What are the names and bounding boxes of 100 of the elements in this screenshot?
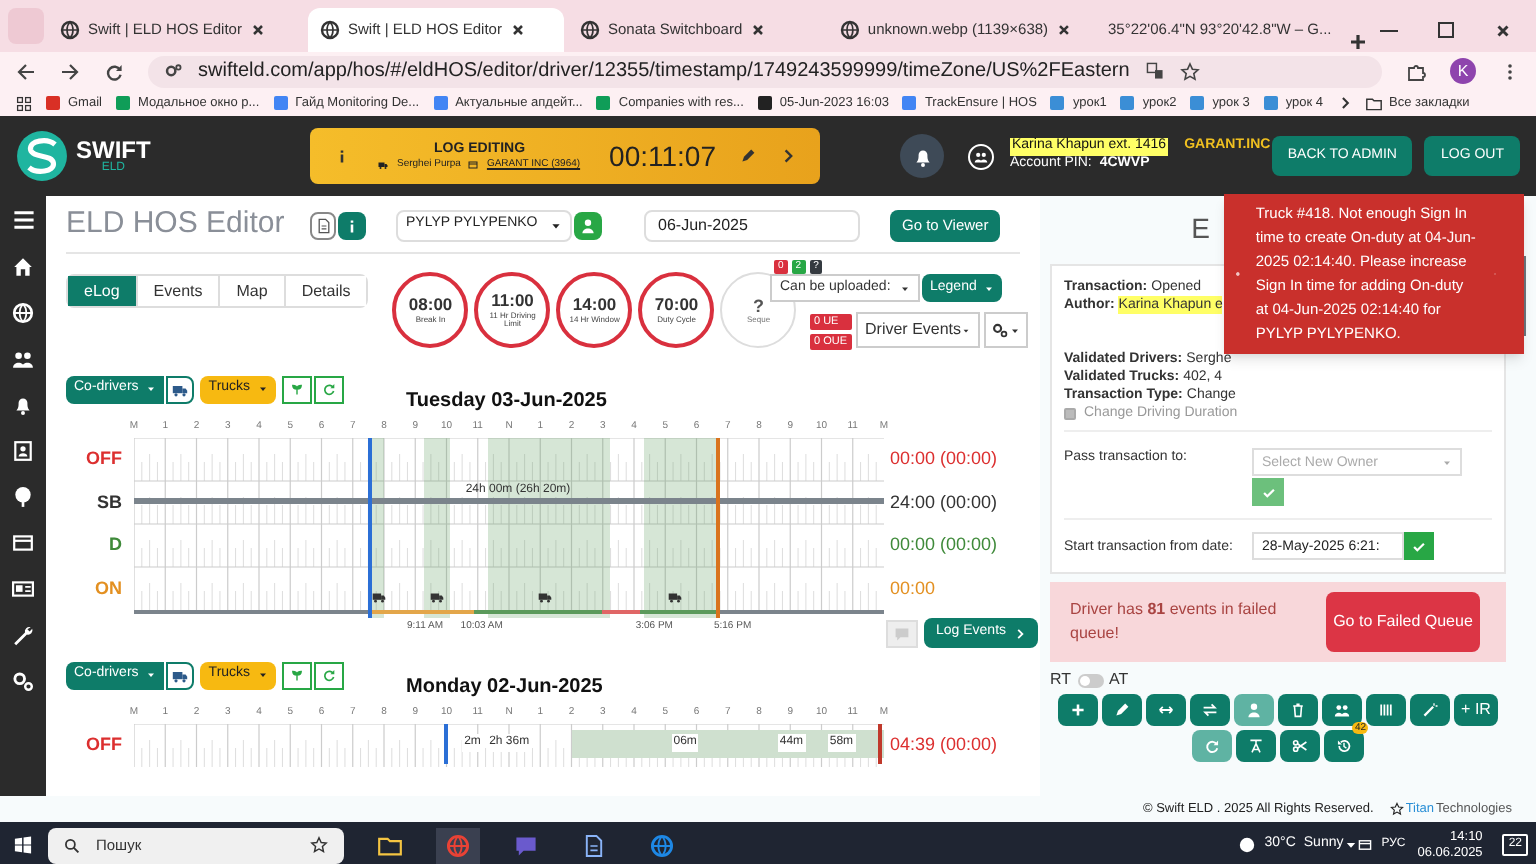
tool-button[interactable]	[1189, 694, 1230, 726]
tool-button[interactable]	[1101, 694, 1142, 726]
contact-card-icon[interactable]	[12, 440, 34, 462]
apps-icon[interactable]	[16, 95, 32, 111]
tray-chevron-icon[interactable]	[1343, 838, 1358, 852]
wrench-icon[interactable]	[12, 624, 34, 646]
refresh-icon	[1204, 738, 1220, 754]
start-marker[interactable]	[368, 438, 373, 618]
refresh-icon[interactable]	[104, 61, 124, 81]
account-button[interactable]	[968, 143, 994, 169]
failed-queue-message: Driver has 81 events in failed queue!	[1070, 598, 1279, 646]
tool-button[interactable]	[1321, 694, 1362, 726]
swap-icon	[1201, 702, 1218, 718]
browser-icon	[446, 833, 470, 857]
more-bookmarks-icon[interactable]	[1337, 96, 1352, 110]
user-icon	[1245, 702, 1262, 718]
add-icon	[1069, 702, 1086, 718]
bookmark-favicon-icon	[757, 96, 772, 110]
refresh-icon	[322, 668, 337, 682]
failed-queue-button[interactable]: Go to Failed Queue	[1326, 592, 1480, 652]
profile-avatar[interactable]: K	[1450, 58, 1476, 84]
bell-icon[interactable]	[12, 394, 34, 416]
truck-button[interactable]	[166, 661, 195, 689]
caret-icon	[550, 219, 562, 231]
logo-icon	[16, 130, 68, 182]
chat-app-icon	[514, 833, 538, 857]
users-icon[interactable]	[12, 348, 34, 370]
timer: 00:11:07	[609, 137, 716, 175]
document-button[interactable]	[310, 211, 336, 239]
tree-icon[interactable]	[12, 486, 34, 508]
refresh-button[interactable]	[314, 375, 345, 403]
driver-profile-button[interactable]	[574, 211, 602, 239]
folder-icon	[1365, 95, 1382, 111]
caret-icon	[961, 325, 970, 335]
folder-icon	[378, 833, 402, 857]
tool-button[interactable]	[1057, 694, 1098, 726]
check-icon	[1261, 485, 1275, 499]
globe-icon	[840, 20, 860, 40]
settings-button[interactable]	[983, 312, 1028, 348]
text-icon	[1248, 738, 1264, 754]
truck-button[interactable]	[166, 375, 195, 403]
tray-icon[interactable]	[1357, 838, 1372, 852]
caret-icon	[146, 670, 157, 680]
info-button[interactable]	[338, 211, 366, 239]
plant-button[interactable]	[282, 375, 313, 403]
browser-icon	[650, 833, 674, 857]
home-icon[interactable]	[12, 256, 34, 278]
duty-total: 24:00 (00:00)	[890, 489, 998, 516]
notification-button[interactable]	[900, 134, 944, 178]
tool-button[interactable]	[1277, 694, 1318, 726]
globe-icon	[320, 20, 340, 40]
start-marker[interactable]	[443, 724, 448, 764]
duty-status-label: OFF	[84, 446, 124, 472]
confirm-button[interactable]	[1404, 532, 1434, 560]
truck-icon	[371, 590, 386, 604]
end-marker[interactable]	[877, 724, 882, 764]
pencil-icon	[1113, 702, 1130, 718]
translate-icon[interactable]	[1145, 62, 1164, 80]
rt-at-switch[interactable]	[1077, 673, 1104, 687]
bookmark-favicon-icon	[433, 96, 448, 110]
back-icon[interactable]	[16, 61, 36, 81]
check-icon	[1412, 539, 1426, 553]
new-tab-icon[interactable]	[1348, 32, 1368, 52]
extensions-icon[interactable]	[1406, 61, 1426, 81]
logo-text: SWIFT	[76, 138, 151, 162]
site-info-icon	[164, 62, 182, 80]
refresh-button[interactable]	[314, 661, 345, 689]
view-tab[interactable]: Details	[283, 276, 367, 306]
globe-icon[interactable]	[12, 302, 34, 324]
windows-start-icon[interactable]	[13, 836, 31, 854]
arrows-icon	[1157, 702, 1174, 718]
end-marker[interactable]	[715, 438, 720, 618]
chevron-icon	[1014, 627, 1027, 639]
driver-events-select[interactable]: Driver Events	[855, 312, 980, 348]
plant-button[interactable]	[282, 661, 313, 689]
tool-button[interactable]	[1236, 730, 1276, 762]
view-tab[interactable]: eLog	[68, 276, 136, 306]
maximize-button[interactable]	[1438, 22, 1454, 38]
chevron-icon[interactable]	[780, 148, 796, 164]
tool-button[interactable]	[1365, 694, 1406, 726]
taskbar-app[interactable]	[436, 827, 480, 863]
bookmark-favicon-icon	[273, 96, 288, 110]
gears-icon[interactable]	[12, 670, 34, 692]
tool-button[interactable]	[1409, 694, 1450, 726]
window-icon[interactable]	[12, 532, 34, 554]
document-icon	[582, 833, 606, 857]
date-field[interactable]: 06-Jun-2025	[644, 209, 860, 241]
duty-status-label: ON	[93, 575, 124, 601]
id-card-icon[interactable]	[12, 578, 34, 600]
bookmark-star-icon[interactable]	[1179, 61, 1200, 81]
address-bar[interactable]: swifteld.com/app/hos/#/eldHOS/editor/driver/12355/timestamp/1749243599999/timeZone/US%2FEastern	[148, 55, 1382, 87]
users-icon	[974, 149, 988, 163]
tool-button[interactable]: + IR	[1453, 694, 1499, 726]
forward-icon[interactable]	[60, 61, 80, 81]
menu-icon[interactable]	[11, 208, 35, 232]
truck-icon	[378, 159, 389, 170]
tool-button[interactable]	[1145, 694, 1186, 726]
edit-icon[interactable]	[740, 148, 756, 164]
tool-button[interactable]	[1280, 730, 1320, 762]
plant-icon	[290, 382, 305, 396]
